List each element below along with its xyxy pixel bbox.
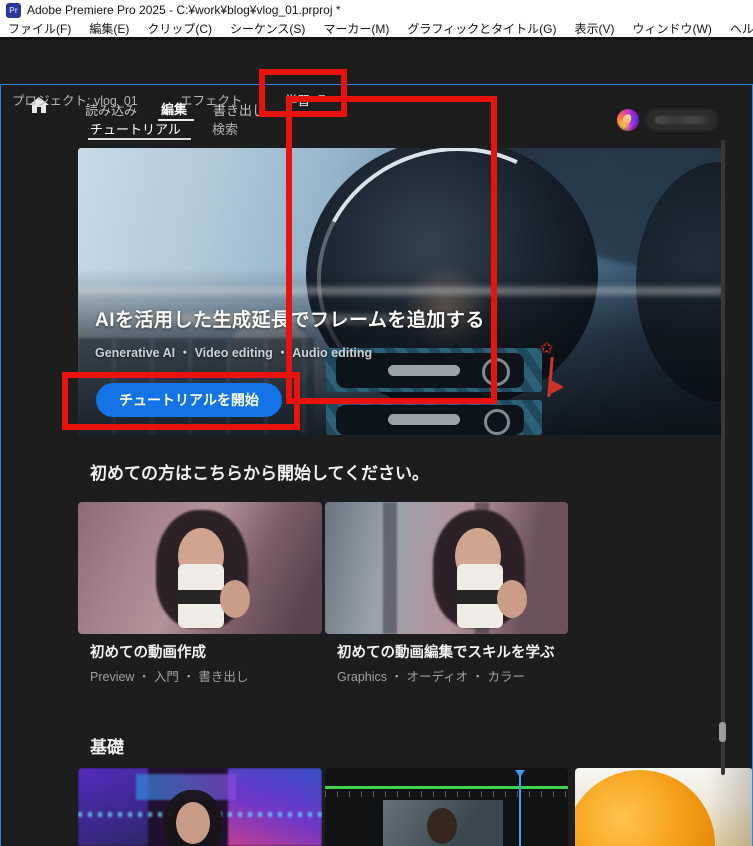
menu-marker[interactable]: マーカー(M) bbox=[323, 20, 389, 37]
panel-tab-learn[interactable]: 学習 bbox=[285, 90, 310, 109]
card-photo-cup bbox=[178, 564, 224, 628]
progress-pill bbox=[388, 365, 460, 376]
featured-tutorial-hero[interactable]: ✩ AIを活用した生成延長でフレームを追加する Generative AI ・ … bbox=[78, 148, 723, 435]
scrollbar-track[interactable] bbox=[721, 140, 725, 775]
card-title[interactable]: 初めての動画作成 bbox=[90, 641, 206, 662]
panel-menu-icon[interactable]: ≡ bbox=[318, 90, 326, 105]
active-panel-underline bbox=[283, 111, 331, 113]
tab-tutorials[interactable]: チュートリアル bbox=[90, 119, 181, 138]
menu-file[interactable]: ファイル(F) bbox=[8, 20, 71, 37]
account-avatar[interactable] bbox=[617, 109, 639, 131]
panel-tab-project[interactable]: プロジェクト: vlog_01 bbox=[12, 90, 138, 109]
scrollbar-thumb[interactable] bbox=[719, 722, 726, 742]
workspace-bar: 読み込み 編集 書き出し bbox=[0, 43, 753, 121]
thumb-photo-face bbox=[427, 808, 457, 844]
menu-edit[interactable]: 編集(E) bbox=[89, 20, 129, 37]
tab-search[interactable]: 検索 bbox=[212, 119, 238, 138]
menu-view[interactable]: 表示(V) bbox=[575, 20, 615, 37]
card-photo-window-frame bbox=[383, 502, 397, 634]
thumb-photo-face bbox=[176, 802, 210, 844]
tutorial-card-thumbnail[interactable] bbox=[325, 768, 568, 846]
hero-subtitle: Generative AI ・ Video editing ・ Audio ed… bbox=[95, 346, 373, 360]
menu-window[interactable]: ウィンドウ(W) bbox=[633, 20, 712, 37]
card-photo-hand bbox=[220, 580, 250, 618]
active-learn-tab-underline bbox=[88, 138, 191, 140]
sparkle-star-icon: ✩ bbox=[540, 340, 554, 357]
playhead-arrow-icon bbox=[551, 380, 564, 394]
user-name-redacted bbox=[645, 108, 719, 132]
card-tags: Preview ・ 入門 ・ 書き出し bbox=[90, 670, 249, 684]
title-bar: Pr Adobe Premiere Pro 2025 - C:¥work¥blo… bbox=[0, 0, 753, 20]
card-photo-cup-band bbox=[178, 590, 224, 604]
section-heading-basics: 基礎 bbox=[90, 738, 124, 757]
tutorial-card-thumbnail[interactable] bbox=[325, 502, 568, 634]
menu-bar: ファイル(F) 編集(E) クリップ(C) シーケンス(S) マーカー(M) グ… bbox=[0, 20, 753, 40]
red-playhead-cursor: ✩ bbox=[540, 340, 570, 404]
spinner-icon bbox=[484, 409, 510, 435]
thumb-photo-shadow bbox=[707, 768, 753, 846]
premiere-pro-window: Pr Adobe Premiere Pro 2025 - C:¥work¥blo… bbox=[0, 0, 753, 846]
tutorial-card-thumbnail[interactable] bbox=[78, 502, 322, 634]
menu-help[interactable]: ヘルプ(H) bbox=[730, 20, 753, 37]
tutorial-card-thumbnail[interactable] bbox=[575, 768, 753, 846]
thumb-timeline-ticks bbox=[325, 791, 568, 797]
thumb-timeline-green-line bbox=[325, 786, 568, 789]
progress-pill bbox=[388, 414, 460, 425]
panel-tab-effects[interactable]: エフェクト bbox=[180, 90, 243, 109]
spinner-icon bbox=[482, 358, 510, 386]
menu-graphics-titles[interactable]: グラフィックとタイトル(G) bbox=[407, 20, 556, 37]
menu-sequence[interactable]: シーケンス(S) bbox=[230, 20, 305, 37]
hero-title: AIを活用した生成延長でフレームを追加する bbox=[95, 310, 485, 331]
section-heading-getting-started: 初めての方はこちらから開始してください。 bbox=[90, 464, 429, 483]
tutorial-card-thumbnail[interactable] bbox=[78, 768, 322, 846]
start-tutorial-button[interactable]: チュートリアルを開始 bbox=[96, 383, 282, 417]
card-tags: Graphics ・ オーディオ ・ カラー bbox=[337, 670, 526, 684]
thumb-photo-orange bbox=[575, 770, 715, 846]
menu-clip[interactable]: クリップ(C) bbox=[147, 20, 212, 37]
card-title[interactable]: 初めての動画編集でスキルを学ぶ bbox=[337, 641, 555, 662]
generative-extend-bar bbox=[336, 405, 524, 435]
window-title: Adobe Premiere Pro 2025 - C:¥work¥blog¥v… bbox=[27, 3, 341, 17]
premiere-app-icon: Pr bbox=[6, 3, 21, 18]
card-photo-hand bbox=[497, 580, 527, 618]
thumb-playhead-line bbox=[519, 774, 521, 846]
